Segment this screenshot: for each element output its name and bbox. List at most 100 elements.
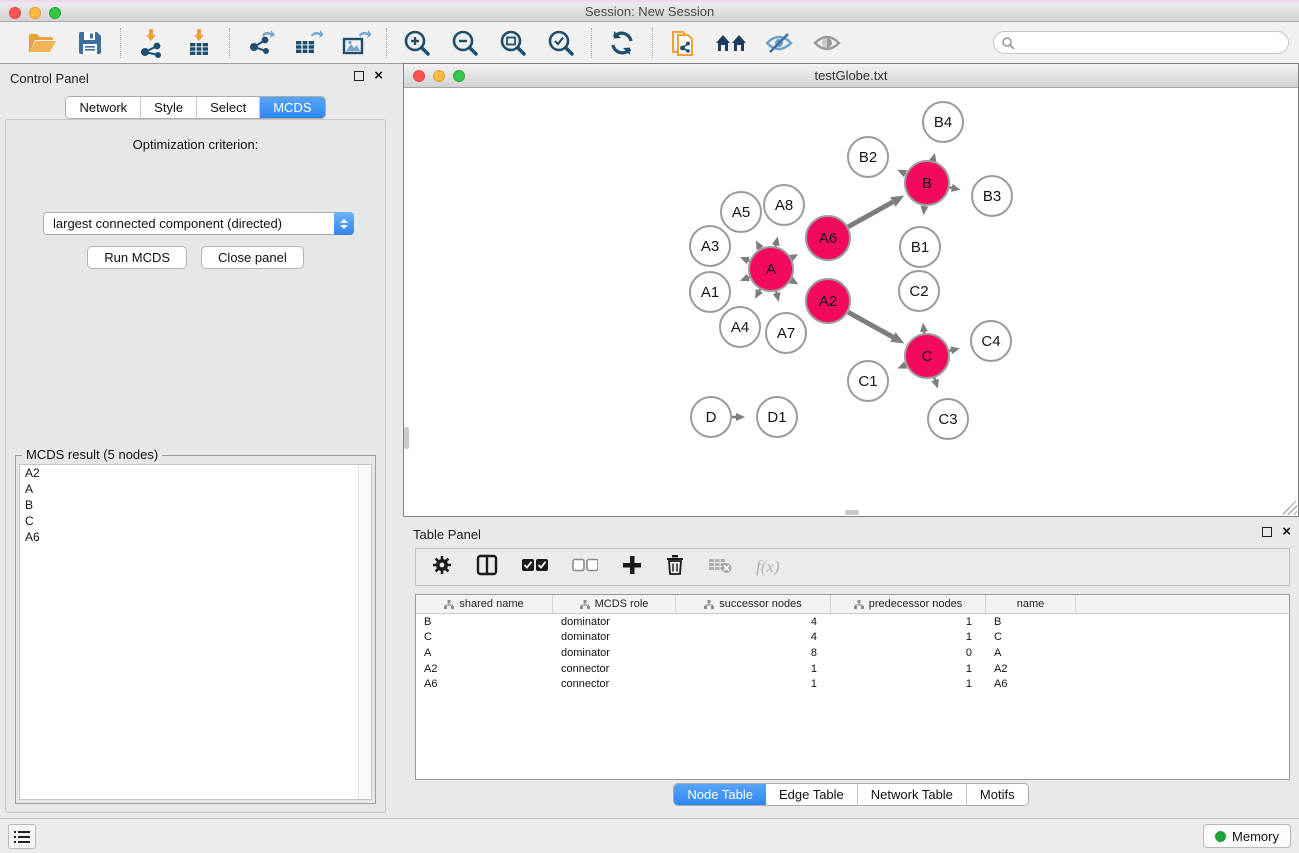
mcds-result-item[interactable]: B: [20, 497, 371, 513]
delete-column-icon[interactable]: [666, 554, 684, 580]
deselect-all-rows-icon[interactable]: [572, 558, 598, 577]
hide-graphics-details-icon[interactable]: [762, 27, 796, 59]
tab-network-table[interactable]: Network Table: [858, 784, 967, 805]
table-row[interactable]: A2connector11A2: [416, 661, 1289, 677]
table-cell[interactable]: dominator: [553, 616, 676, 628]
table-cell[interactable]: 1: [831, 631, 986, 643]
column-header[interactable]: shared name: [416, 595, 553, 613]
table-cell[interactable]: 4: [676, 631, 831, 643]
network-window-titlebar[interactable]: testGlobe.txt: [404, 64, 1298, 88]
column-view-icon[interactable]: [476, 554, 498, 581]
memory-button[interactable]: Memory: [1203, 824, 1291, 848]
column-header[interactable]: successor nodes: [676, 595, 831, 613]
tab-edge-table[interactable]: Edge Table: [766, 784, 858, 805]
zoom-in-icon[interactable]: [400, 27, 434, 59]
function-builder-icon[interactable]: f(x): [756, 557, 780, 577]
network-minimize-icon[interactable]: [433, 70, 445, 82]
table-cell[interactable]: connector: [553, 663, 676, 675]
save-session-icon[interactable]: [73, 27, 107, 59]
table-row[interactable]: Cdominator41C: [416, 630, 1289, 646]
table-row[interactable]: A6connector11A6: [416, 676, 1289, 692]
close-panel-icon[interactable]: ×: [374, 71, 383, 81]
tab-select[interactable]: Select: [197, 97, 260, 118]
export-image-icon[interactable]: [339, 27, 373, 59]
refresh-layout-icon[interactable]: [605, 27, 639, 59]
tab-mcds[interactable]: MCDS: [260, 97, 324, 118]
open-session-icon[interactable]: [25, 27, 59, 59]
close-window-icon[interactable]: [9, 7, 21, 19]
table-cell[interactable]: 1: [676, 663, 831, 675]
maximize-window-icon[interactable]: [49, 7, 61, 19]
export-table-icon[interactable]: [291, 27, 325, 59]
table-cell[interactable]: 4: [676, 616, 831, 628]
network-hscrollbar[interactable]: [845, 510, 859, 515]
minimize-window-icon[interactable]: [29, 7, 41, 19]
mcds-list-scrollbar[interactable]: [358, 465, 371, 799]
network-maximize-icon[interactable]: [453, 70, 465, 82]
graph-edge[interactable]: [759, 289, 760, 291]
graph-edge[interactable]: [848, 202, 893, 227]
column-header[interactable]: predecessor nodes: [831, 595, 986, 613]
table-cell[interactable]: A6: [986, 678, 1076, 690]
network-from-selection-icon[interactable]: [666, 27, 700, 59]
table-cell[interactable]: A2: [986, 663, 1076, 675]
network-vscrollbar[interactable]: [404, 427, 409, 449]
column-header[interactable]: name: [986, 595, 1076, 613]
table-cell[interactable]: B: [986, 616, 1076, 628]
table-row[interactable]: Bdominator41B: [416, 614, 1289, 630]
mcds-result-item[interactable]: A2: [20, 465, 371, 481]
delete-table-icon[interactable]: [708, 556, 732, 579]
run-mcds-button[interactable]: Run MCDS: [87, 246, 187, 269]
home-icon[interactable]: [714, 27, 748, 59]
table-cell[interactable]: C: [416, 631, 553, 643]
table-cell[interactable]: C: [986, 631, 1076, 643]
table-cell[interactable]: A: [986, 647, 1076, 659]
mcds-result-item[interactable]: C: [20, 513, 371, 529]
graph-edge[interactable]: [848, 312, 893, 337]
select-all-rows-icon[interactable]: [522, 558, 548, 577]
zoom-fit-icon[interactable]: [496, 27, 530, 59]
table-cell[interactable]: B: [416, 616, 553, 628]
table-cell[interactable]: 1: [831, 678, 986, 690]
mcds-result-list[interactable]: A2ABCA6: [19, 464, 372, 800]
optimization-criterion-select[interactable]: largest connected component (directed): [43, 212, 354, 235]
close-table-panel-icon[interactable]: ×: [1282, 527, 1291, 537]
column-header[interactable]: MCDS role: [553, 595, 676, 613]
graph-edge[interactable]: [934, 378, 935, 380]
table-cell[interactable]: dominator: [553, 631, 676, 643]
table-cell[interactable]: 0: [831, 647, 986, 659]
table-cell[interactable]: A6: [416, 678, 553, 690]
network-close-icon[interactable]: [413, 70, 425, 82]
float-panel-icon[interactable]: [354, 71, 364, 81]
tab-style[interactable]: Style: [141, 97, 197, 118]
mcds-result-item[interactable]: A: [20, 481, 371, 497]
tab-network[interactable]: Network: [66, 97, 141, 118]
table-cell[interactable]: 8: [676, 647, 831, 659]
show-graphics-details-icon[interactable]: [810, 27, 844, 59]
table-cell[interactable]: connector: [553, 678, 676, 690]
close-panel-button[interactable]: Close panel: [201, 246, 304, 269]
add-column-icon[interactable]: [622, 555, 642, 580]
network-canvas[interactable]: AA1A2A3A4A5A6A7A8BB1B2B3B4CC1C2C3C4DD1: [404, 88, 1298, 516]
zoom-selected-icon[interactable]: [544, 27, 578, 59]
table-row[interactable]: Adominator80A: [416, 645, 1289, 661]
table-cell[interactable]: 1: [831, 663, 986, 675]
import-table-icon[interactable]: [182, 27, 216, 59]
table-cell[interactable]: 1: [831, 616, 986, 628]
tab-motifs[interactable]: Motifs: [967, 784, 1028, 805]
import-network-icon[interactable]: [134, 27, 168, 59]
float-table-panel-icon[interactable]: [1262, 527, 1272, 537]
search-box[interactable]: [993, 31, 1289, 54]
table-cell[interactable]: A2: [416, 663, 553, 675]
search-input[interactable]: [1019, 34, 1288, 52]
mcds-result-item[interactable]: A6: [20, 529, 371, 545]
table-cell[interactable]: A: [416, 647, 553, 659]
tab-node-table[interactable]: Node Table: [674, 784, 766, 805]
zoom-out-icon[interactable]: [448, 27, 482, 59]
table-cell[interactable]: dominator: [553, 647, 676, 659]
node-table[interactable]: shared nameMCDS rolesuccessor nodesprede…: [415, 594, 1290, 780]
task-history-button[interactable]: [8, 824, 36, 849]
network-resize-grip[interactable]: [1283, 501, 1297, 515]
table-cell[interactable]: 1: [676, 678, 831, 690]
settings-gear-icon[interactable]: [432, 555, 452, 580]
